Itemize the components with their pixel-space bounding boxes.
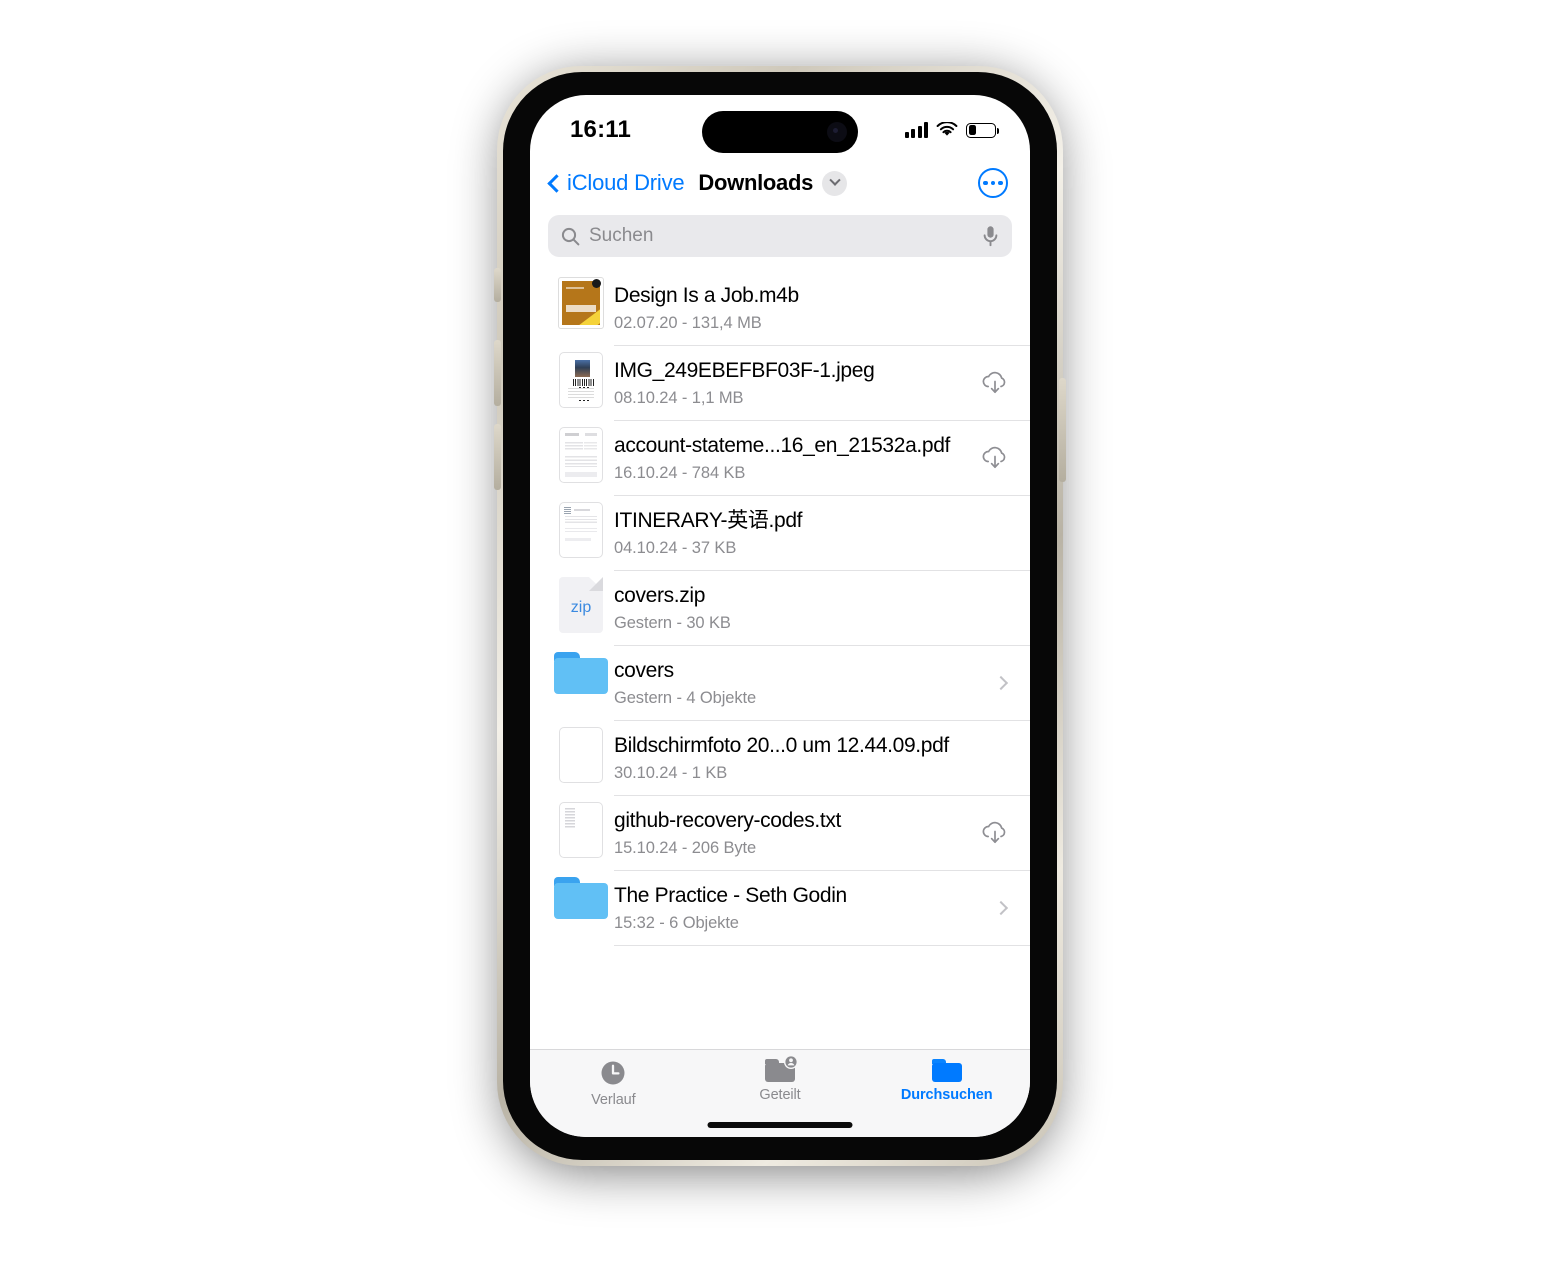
chevron-right-icon [993, 675, 1009, 691]
file-meta: 16.10.24 - 784 KB [614, 463, 746, 482]
row-accessory[interactable] [993, 900, 1010, 916]
file-meta: 30.10.24 - 1 KB [614, 763, 728, 782]
file-thumbnail [548, 271, 614, 329]
tab-label: Verlauf [591, 1092, 636, 1108]
file-name: covers.zip [614, 584, 706, 608]
cloud-download-icon[interactable] [980, 445, 1010, 471]
file-meta: 15:32 - 6 Objekte [614, 913, 739, 932]
file-thumbnail [548, 721, 614, 783]
chevron-down-icon[interactable] [822, 170, 848, 196]
folder-icon [554, 652, 608, 694]
row-accessory[interactable] [980, 445, 1010, 471]
status-bar: 16:11 [530, 95, 1030, 157]
zip-file-label: zip [570, 599, 592, 616]
pdf-preview-thumbnail [559, 502, 603, 558]
file-meta: 15.10.24 - 206 Byte [614, 838, 757, 857]
volume-down-button[interactable] [494, 424, 501, 490]
blank-document-thumbnail [559, 727, 603, 783]
list-item[interactable]: covers Gestern - 4 Objekte [548, 646, 1030, 721]
folder-icon [931, 1059, 962, 1082]
list-item[interactable]: Design Is a Job.m4b 02.07.20 - 131,4 MB [548, 271, 1030, 346]
tab-label: Durchsuchen [900, 1087, 993, 1103]
microphone-icon[interactable] [982, 225, 999, 247]
tab-bar: Verlauf Geteilt Durchsuchen [530, 1049, 1030, 1137]
search-container: Suchen [530, 209, 1030, 271]
page-title: Downloads [698, 170, 814, 195]
list-item[interactable]: The Practice - Seth Godin 15:32 - 6 Obje… [548, 871, 1030, 946]
file-meta: 02.07.20 - 131,4 MB [614, 313, 762, 332]
navigation-bar: iCloud Drive Downloads [530, 157, 1030, 209]
screenshot-canvas: 16:11 iCloud Drive Downloads Suchen Desi… [0, 0, 1560, 1268]
file-name: Design Is a Job.m4b [614, 284, 799, 308]
chevron-right-icon [993, 900, 1009, 916]
search-icon [561, 227, 580, 245]
silent-switch[interactable] [494, 268, 501, 302]
file-meta: Gestern - 30 KB [614, 613, 731, 632]
row-accessory[interactable] [980, 820, 1010, 846]
phone-screen: 16:11 iCloud Drive Downloads Suchen Desi… [530, 95, 1030, 1137]
cloud-download-icon[interactable] [980, 370, 1010, 396]
power-button[interactable] [1059, 378, 1066, 482]
shared-folder-icon [765, 1055, 798, 1082]
zip-file-icon: zip [559, 577, 603, 633]
image-preview-thumbnail [559, 352, 603, 408]
cloud-download-icon[interactable] [980, 820, 1010, 846]
file-meta: 08.10.24 - 1,1 MB [614, 388, 744, 407]
search-bar[interactable]: Suchen [548, 215, 1012, 257]
row-accessory[interactable] [980, 370, 1010, 396]
file-thumbnail [548, 346, 614, 408]
tab-geteilt[interactable]: Geteilt [697, 1055, 864, 1103]
file-thumbnail [548, 646, 614, 694]
front-camera-icon [827, 122, 847, 142]
file-list: Design Is a Job.m4b 02.07.20 - 131,4 MB [530, 271, 1030, 946]
folder-title-group[interactable]: Downloads [698, 170, 848, 196]
back-button-label: iCloud Drive [567, 170, 685, 195]
file-name: covers [614, 659, 674, 683]
file-thumbnail [548, 796, 614, 858]
back-button[interactable]: iCloud Drive [544, 170, 685, 196]
file-thumbnail [548, 496, 614, 558]
home-indicator[interactable] [707, 1122, 853, 1128]
list-item[interactable]: Bildschirmfoto 20...0 um 12.44.09.pdf 30… [548, 721, 1030, 796]
list-item[interactable]: IMG_249EBEFBF03F-1.jpeg 08.10.24 - 1,1 M… [548, 346, 1030, 421]
list-item[interactable]: ITINERARY-英语.pdf 04.10.24 - 37 KB [548, 496, 1030, 571]
file-thumbnail [548, 871, 614, 919]
wifi-icon [936, 122, 958, 136]
file-name: ITINERARY-英语.pdf [614, 509, 803, 533]
pdf-preview-thumbnail [559, 427, 603, 483]
file-name: The Practice - Seth Godin [614, 884, 847, 908]
clock-icon [601, 1061, 625, 1085]
folder-icon [554, 877, 608, 919]
file-thumbnail: zip [548, 571, 614, 633]
row-accessory[interactable] [993, 675, 1010, 691]
tab-label: Geteilt [759, 1087, 801, 1103]
text-file-thumbnail [559, 802, 603, 858]
tab-verlauf[interactable]: Verlauf [530, 1059, 697, 1108]
battery-icon [966, 122, 999, 138]
ellipsis-circle-icon[interactable] [978, 168, 1008, 198]
cellular-bars-icon [904, 122, 928, 138]
volume-up-button[interactable] [494, 340, 501, 406]
file-thumbnail [548, 421, 614, 483]
file-name: github-recovery-codes.txt [614, 809, 842, 833]
tab-durchsuchen[interactable]: Durchsuchen [863, 1059, 1030, 1103]
status-indicators [904, 122, 999, 138]
dynamic-island [702, 111, 858, 153]
chevron-left-icon [547, 173, 566, 193]
list-item[interactable]: account-stateme...16_en_21532a.pdf 16.10… [548, 421, 1030, 496]
status-time: 16:11 [570, 116, 632, 143]
audiobook-cover-thumbnail [558, 277, 604, 329]
list-item[interactable]: github-recovery-codes.txt 15.10.24 - 206… [548, 796, 1030, 871]
list-item[interactable]: zip covers.zip Gestern - 30 KB [548, 571, 1030, 646]
file-name: IMG_249EBEFBF03F-1.jpeg [614, 359, 875, 383]
file-name: account-stateme...16_en_21532a.pdf [614, 434, 951, 458]
file-name: Bildschirmfoto 20...0 um 12.44.09.pdf [614, 734, 949, 758]
file-meta: 04.10.24 - 37 KB [614, 538, 737, 557]
file-meta: Gestern - 4 Objekte [614, 688, 757, 707]
search-input[interactable]: Suchen [589, 225, 973, 247]
